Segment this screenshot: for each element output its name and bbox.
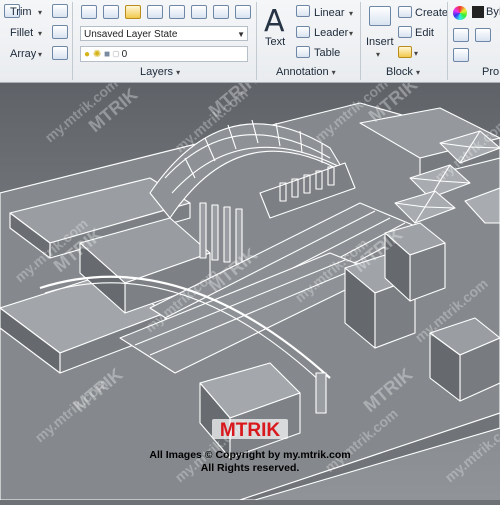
lineweight-icon[interactable] <box>475 28 491 42</box>
properties-panel-title[interactable]: Pro <box>482 66 499 78</box>
copy-icon[interactable] <box>52 46 68 60</box>
color-swatch-icon: ■ <box>112 49 119 60</box>
layer-properties-icon[interactable] <box>81 5 97 19</box>
fillet-button[interactable]: Fillet <box>10 27 33 39</box>
trim-button[interactable]: Trim <box>10 6 32 18</box>
annotation-panel-title[interactable]: Annotation ▾ <box>276 66 336 78</box>
array-dropdown-arrow[interactable]: ▾ <box>38 50 42 59</box>
drawing-viewport[interactable]: my.mtrik.com my.mtrik.com my.mtrik.com m… <box>0 69 500 501</box>
ribbon: Trim ▾ Fillet ▾ Array ▾ Unsaved Layer St… <box>0 0 500 83</box>
create-button[interactable]: Create <box>415 7 448 19</box>
insert-block-icon[interactable] <box>369 6 391 26</box>
create-block-icon[interactable] <box>398 6 412 18</box>
insert-dropdown-arrow[interactable]: ▾ <box>376 50 380 59</box>
table-icon[interactable] <box>296 46 310 58</box>
annotation-panel-label: Annotation <box>276 66 329 78</box>
sun-icon: ✺ <box>92 49 102 60</box>
layers-panel-label: Layers <box>140 66 174 78</box>
logo-text: MTRIK <box>220 420 280 441</box>
linear-button[interactable]: Linear <box>314 7 345 19</box>
block-panel-title[interactable]: Block ▾ <box>386 66 420 78</box>
current-layer-dropdown[interactable]: ● ✺ ■ ■ 0 <box>80 46 248 62</box>
bylayer-color-swatch[interactable] <box>472 6 484 18</box>
linear-dimension-icon[interactable] <box>296 5 310 17</box>
lightbulb-icon: ● <box>84 49 91 60</box>
layer-lock-icon[interactable] <box>213 5 229 19</box>
array-button[interactable]: Array <box>10 48 36 60</box>
layer-freeze-icon[interactable] <box>169 5 185 19</box>
properties-panel-label: Pro <box>482 66 500 78</box>
edit-block-icon[interactable] <box>398 26 412 38</box>
layer-state-dropdown[interactable]: Unsaved Layer State ▼ <box>80 26 248 41</box>
bylayer-value[interactable]: ByL <box>486 6 500 18</box>
fillet-dropdown-arrow[interactable]: ▾ <box>38 29 42 38</box>
leader-dropdown-arrow[interactable]: ▾ <box>349 29 353 38</box>
copyright-line-2: All Rights reserved. <box>201 462 300 474</box>
layer-match-icon[interactable] <box>125 5 141 19</box>
block-attribute-icon[interactable] <box>398 46 412 58</box>
insert-button[interactable]: Insert <box>366 36 394 48</box>
linear-dropdown-arrow[interactable]: ▾ <box>349 9 353 18</box>
block-panel-label: Block <box>386 66 413 78</box>
copyright-line-1: All Images © Copyright by my.mtrik.com <box>149 449 350 461</box>
trim-dropdown-arrow[interactable]: ▾ <box>38 8 42 17</box>
chevron-down-icon: ▼ <box>237 30 245 39</box>
layer-state-value: Unsaved Layer State <box>84 29 178 40</box>
unlock-icon: ■ <box>104 49 111 60</box>
layer-unisolate-icon[interactable] <box>147 5 163 19</box>
edit-icon[interactable] <box>52 4 68 18</box>
layer-off-icon[interactable] <box>191 5 207 19</box>
current-layer-value: 0 <box>121 49 128 60</box>
text-icon[interactable]: A <box>264 4 285 39</box>
mtrik-logo: MTRIK <box>212 419 288 441</box>
leader-button[interactable]: Leader <box>314 27 348 39</box>
text-button[interactable]: Text <box>265 36 285 48</box>
layers-panel-title[interactable]: Layers ▾ <box>140 66 180 78</box>
eraser-icon[interactable] <box>52 25 68 39</box>
table-button[interactable]: Table <box>314 47 340 59</box>
layer-isolate-icon[interactable] <box>103 5 119 19</box>
layer-walk-icon[interactable] <box>235 5 251 19</box>
leader-icon[interactable] <box>296 26 310 38</box>
linetype-icon[interactable] <box>453 48 469 62</box>
color-wheel-icon[interactable] <box>453 6 467 20</box>
edit-button[interactable]: Edit <box>415 27 434 39</box>
match-properties-icon[interactable] <box>453 28 469 42</box>
arch-pillar <box>315 372 327 414</box>
attribute-dropdown-arrow[interactable]: ▾ <box>414 49 418 58</box>
